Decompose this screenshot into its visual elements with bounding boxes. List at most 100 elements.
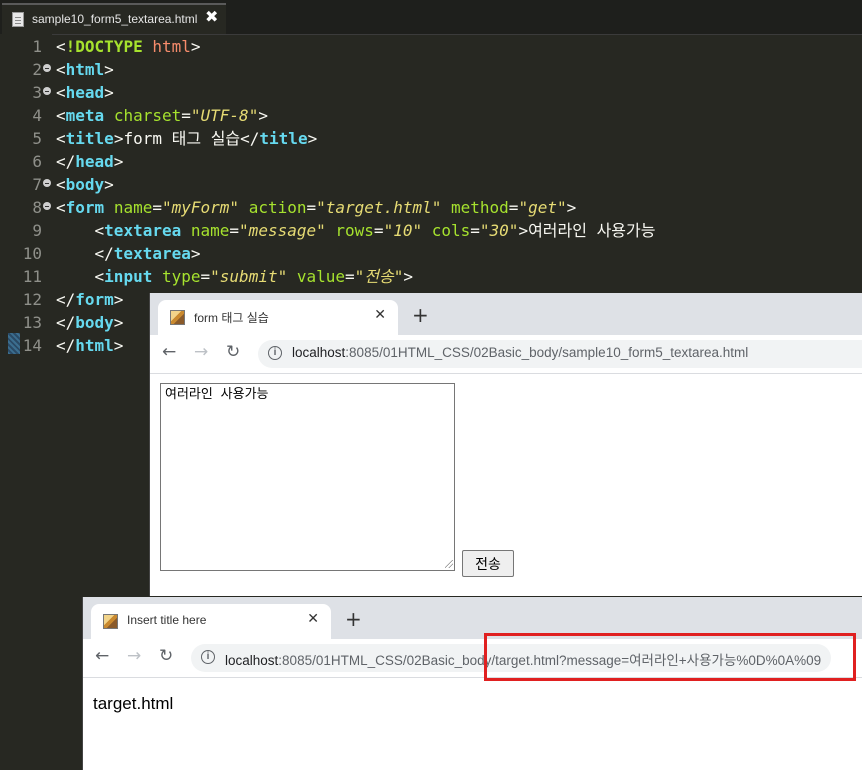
code-token: > [104, 175, 114, 194]
line-number: 3 [32, 83, 42, 102]
code-token: head [75, 152, 114, 171]
line-number: 2 [32, 60, 42, 79]
code-token: "UTF-8" [190, 106, 259, 125]
reload-button[interactable]: ↻ [159, 646, 173, 666]
url-path: :8085/01HTML_CSS/02Basic_body/sample10_f… [345, 345, 749, 360]
code-line: <html> [56, 58, 114, 81]
address-bar-row: ← → ↻ localhost:8085/01HTML_CSS/02Basic_… [150, 335, 862, 374]
code-token: < [56, 60, 66, 79]
new-tab-button[interactable]: + [412, 305, 429, 325]
forward-button[interactable]: → [127, 646, 141, 666]
code-token: > [113, 336, 124, 355]
code-line: <input type="submit" value="전송"> [56, 265, 414, 288]
code-token: textarea [104, 221, 182, 240]
code-token: = [152, 198, 162, 217]
code-token: </ [240, 129, 260, 148]
submit-button[interactable]: 전송 [462, 550, 514, 577]
code-token: > [113, 129, 124, 148]
line-number: 13 [22, 313, 42, 332]
resize-grip-icon[interactable] [445, 560, 453, 568]
line-number: 12 [22, 290, 42, 309]
code-line: </body> [56, 311, 123, 334]
code-token: !DOCTYPE [65, 37, 143, 56]
code-token: < [56, 175, 66, 194]
message-textarea[interactable]: 여러라인 사용가능 [160, 383, 455, 571]
code-line: <form name="myForm" action="target.html"… [56, 196, 576, 219]
code-token: < [56, 106, 66, 125]
code-token: </ [56, 152, 76, 171]
line-number: 11 [22, 267, 42, 286]
reload-button[interactable]: ↻ [226, 342, 240, 362]
fold-toggle-icon[interactable] [43, 87, 51, 95]
code-token: < [56, 37, 66, 56]
line-number: 9 [32, 221, 42, 240]
browser-window-target: Insert title here ✕ + ← → ↻ localhost:80… [83, 597, 862, 770]
code-token: "target.html" [316, 198, 442, 217]
code-token: > [190, 244, 201, 263]
address-bar[interactable]: localhost:8085/01HTML_CSS/02Basic_body/s… [258, 340, 862, 368]
forward-button[interactable]: → [194, 342, 208, 362]
info-icon[interactable] [201, 650, 215, 664]
line-number: 10 [22, 244, 42, 263]
code-token: form [65, 198, 105, 217]
url-host: localhost [292, 345, 346, 360]
code-token: "myForm" [161, 198, 240, 217]
close-tab-icon[interactable]: ✕ [374, 307, 386, 323]
code-token: form [75, 290, 114, 309]
editor-tab-filename: sample10_form5_textarea.html [32, 12, 198, 26]
code-line: <body> [56, 173, 114, 196]
code-token: > [113, 290, 124, 309]
code-token: value [296, 267, 346, 286]
fold-toggle-icon[interactable] [43, 202, 51, 210]
info-icon[interactable] [268, 346, 282, 360]
browser-tab[interactable]: Insert title here ✕ [91, 604, 331, 639]
code-token: </ [56, 313, 76, 332]
browser-window-form: form 태그 실습 ✕ + ← → ↻ localhost:8085/01HT… [150, 293, 862, 596]
code-token: < [56, 83, 66, 102]
code-token: title [65, 129, 114, 148]
line-number: 5 [32, 129, 42, 148]
editor-tab[interactable]: sample10_form5_textarea.html ✖ [2, 3, 226, 34]
line-number: 14 [22, 336, 42, 355]
code-line: </form> [56, 288, 123, 311]
code-token: input [104, 267, 153, 286]
code-token: = [345, 267, 355, 286]
code-token: method [451, 198, 509, 217]
favicon-icon [103, 614, 118, 629]
code-token: action [248, 198, 307, 217]
line-number: 4 [32, 106, 42, 125]
editor-tab-strip: sample10_form5_textarea.html ✖ [0, 0, 862, 35]
fold-toggle-icon[interactable] [43, 64, 51, 72]
code-token: > [518, 221, 529, 240]
code-token: > [190, 37, 201, 56]
code-token: = [229, 221, 240, 240]
code-token: = [181, 106, 191, 125]
new-tab-button[interactable]: + [345, 609, 362, 629]
code-token: "get" [518, 198, 567, 217]
line-number: 8 [32, 198, 42, 217]
code-line: <!DOCTYPE html> [56, 35, 201, 58]
code-token: </ [56, 290, 76, 309]
current-line-marker [8, 333, 20, 354]
close-tab-icon[interactable]: ✕ [307, 611, 319, 627]
code-token: meta [65, 106, 105, 125]
back-button[interactable]: ← [162, 342, 176, 362]
line-number-gutter: 1 2 3 4 5 6 7 8 9 10 11 12 13 14 [0, 34, 52, 770]
page-body-text: target.html [93, 694, 174, 713]
close-icon[interactable]: ✖ [205, 7, 218, 26]
browser-tab-title: form 태그 실습 [194, 311, 269, 325]
code-token: = [508, 198, 519, 217]
back-button[interactable]: ← [95, 646, 109, 666]
code-token: form 태그 실습 [123, 129, 241, 148]
fold-toggle-icon[interactable] [43, 179, 51, 187]
code-token: "message" [239, 221, 326, 240]
code-token: = [200, 267, 211, 286]
browser-tab[interactable]: form 태그 실습 ✕ [158, 300, 398, 335]
